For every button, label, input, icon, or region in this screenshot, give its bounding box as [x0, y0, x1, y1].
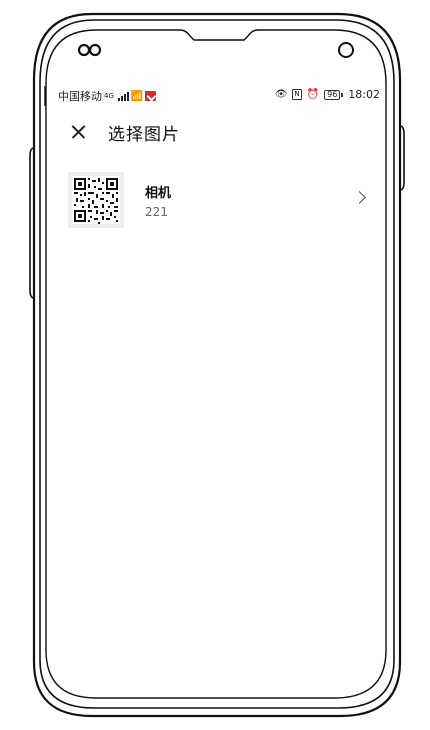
album-text: 相机 221: [145, 182, 171, 219]
battery-icon: 96: [324, 89, 344, 100]
album-thumbnail: [68, 172, 124, 228]
status-time: 18:02: [348, 88, 380, 101]
page-header: 选择图片: [64, 118, 384, 146]
qr-code-icon: [72, 176, 120, 224]
wifi-icon: 📶: [130, 90, 144, 102]
signal-icon: [117, 91, 129, 101]
chevron-right-icon: [353, 191, 366, 204]
status-bar: 中国移动 4G 📶 👁 N ⏰ 96 18:02: [58, 86, 380, 104]
album-count: 221: [145, 204, 168, 219]
page-title: 选择图片: [108, 124, 180, 145]
album-item-camera[interactable]: 相机 221: [68, 172, 374, 228]
eye-comfort-icon: 👁: [274, 89, 288, 100]
alarm-icon: ⏰: [306, 89, 320, 100]
network-type-label: 4G: [104, 92, 114, 100]
close-icon[interactable]: [64, 118, 92, 146]
status-right: 👁 N ⏰ 96 18:02: [275, 88, 380, 101]
notification-app-icon: [145, 91, 157, 101]
carrier-label: 中国移动: [58, 90, 102, 103]
phone-frame: [29, 12, 405, 718]
status-left: 中国移动 4G 📶: [58, 88, 157, 104]
battery-level: 96: [324, 89, 341, 100]
album-name: 相机: [145, 185, 172, 201]
nfc-icon: N: [292, 89, 302, 100]
